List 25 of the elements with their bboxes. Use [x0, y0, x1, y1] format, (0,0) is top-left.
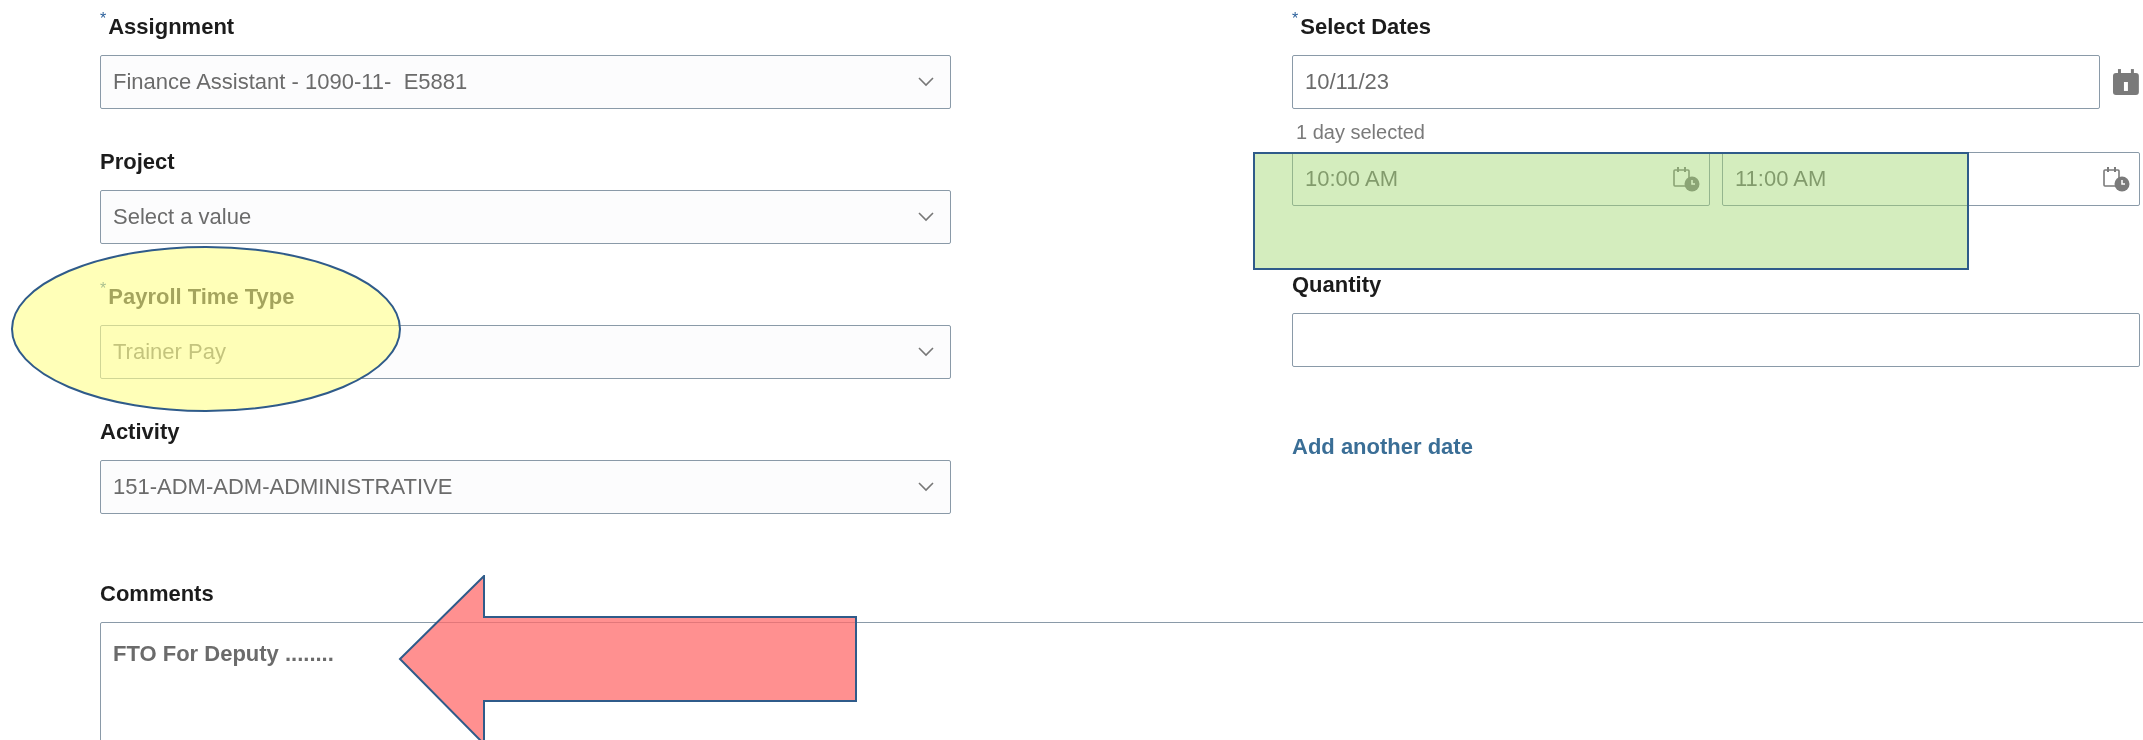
- chevron-down-icon: [918, 77, 934, 87]
- chevron-down-icon: [918, 212, 934, 222]
- days-selected-text: 1 day selected: [1296, 121, 1426, 145]
- dropdown-field[interactable]: 151-ADM-ADM-ADMINISTRATIVE: [100, 460, 951, 514]
- add-date-link[interactable]: Add another date: [1292, 434, 1473, 460]
- required-mark: *: [1292, 10, 1299, 28]
- dropdown-field[interactable]: Select a value: [100, 190, 951, 244]
- calendar-clock-icon[interactable]: [2103, 166, 2131, 192]
- chevron-down-icon: [918, 347, 934, 357]
- calendar-icon[interactable]: [2112, 68, 2140, 96]
- field-label: Activity: [100, 419, 180, 445]
- quantity-field[interactable]: [1292, 313, 2140, 367]
- calendar-clock-icon[interactable]: [1673, 166, 1701, 192]
- field-label: Payroll Time Type: [108, 284, 295, 310]
- field-label: Quantity: [1292, 272, 1382, 298]
- dropdown-field[interactable]: Finance Assistant - 1090-11- E5881: [100, 55, 951, 109]
- required-mark: *: [100, 280, 107, 298]
- field-label: Assignment: [108, 14, 235, 40]
- field-label: Comments: [100, 581, 214, 607]
- required-mark: *: [100, 10, 107, 28]
- comments-text: FTO For Deputy ........: [113, 641, 334, 667]
- field-label: Project: [100, 149, 175, 175]
- date-field[interactable]: 10/11/23: [1292, 55, 2101, 109]
- chevron-down-icon: [918, 482, 934, 492]
- field-label: Select Dates: [1300, 14, 1432, 40]
